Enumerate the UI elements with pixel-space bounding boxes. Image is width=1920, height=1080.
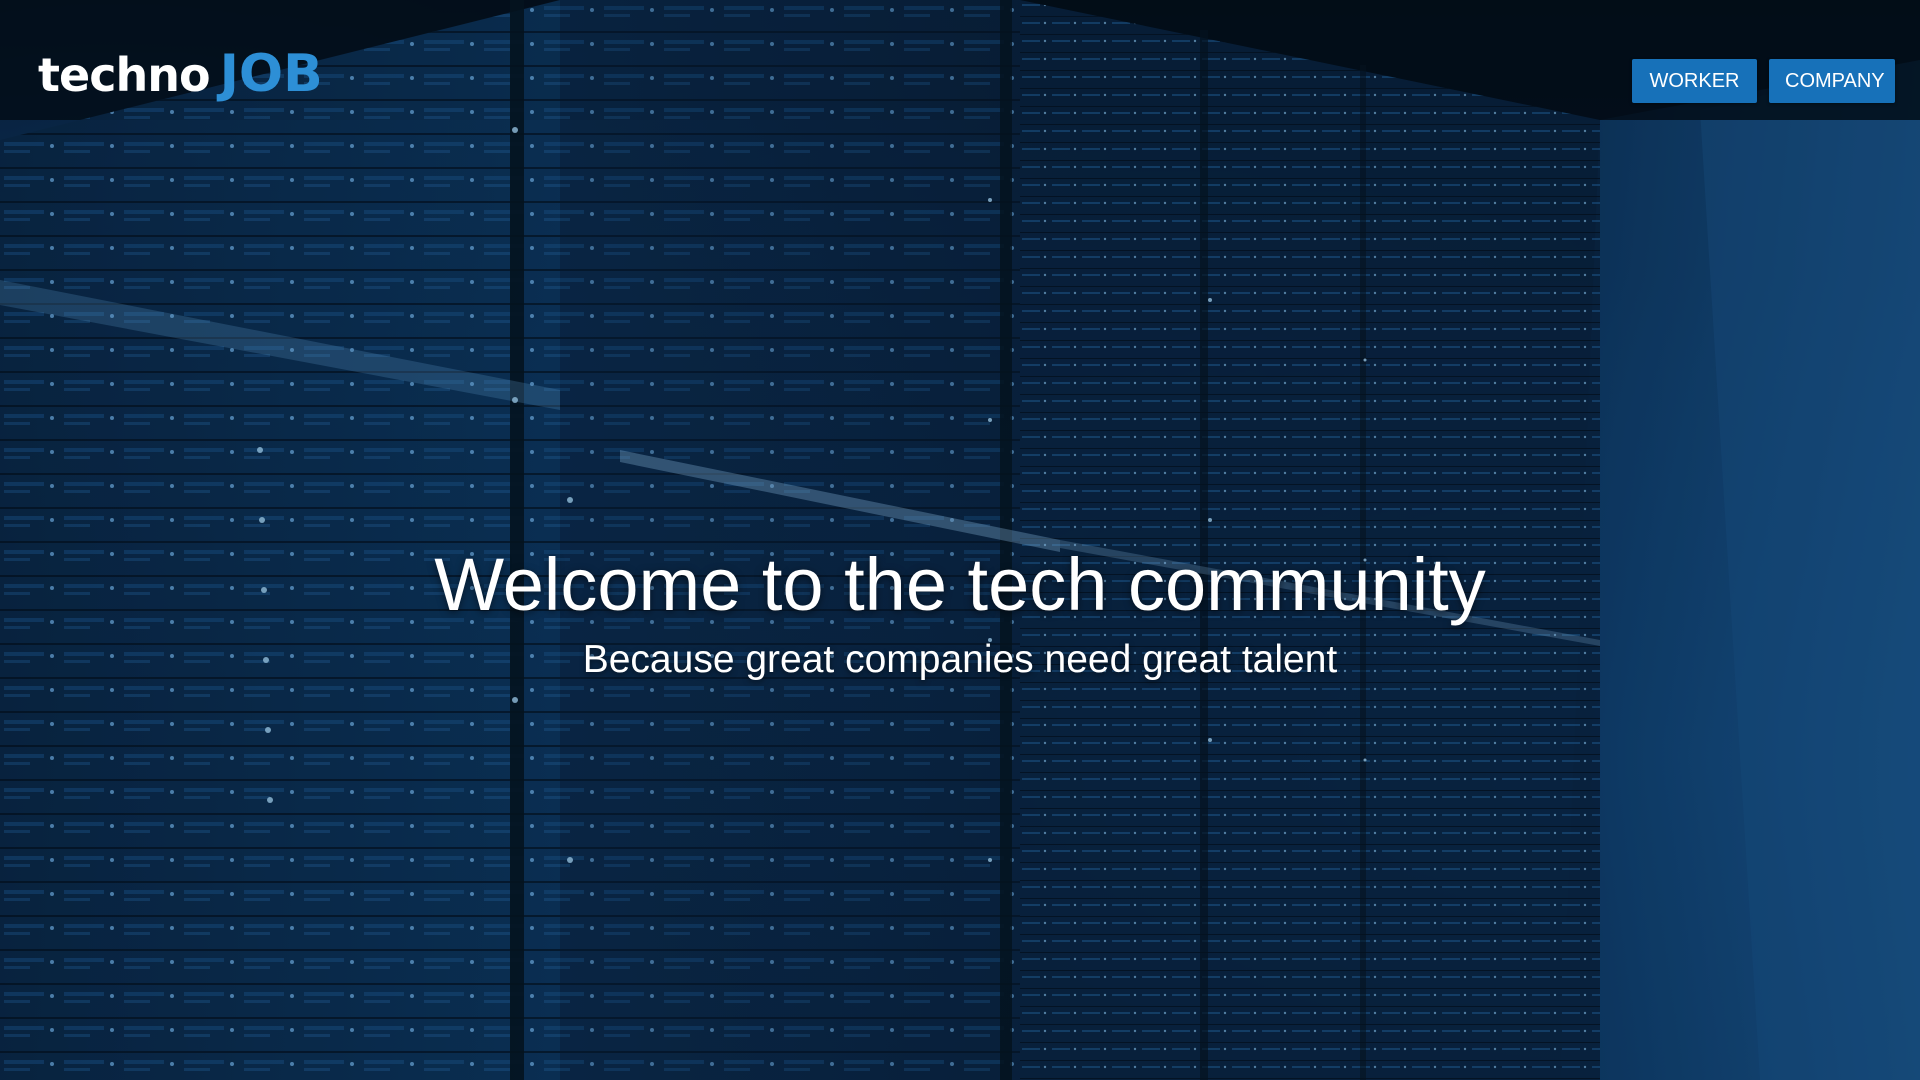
hero-subtitle: Because great companies need great talen…: [582, 638, 1338, 681]
top-navbar: techno JOB WORKER COMPANY: [0, 0, 1920, 160]
company-button[interactable]: COMPANY: [1769, 59, 1895, 103]
nav-button-group: WORKER COMPANY: [1632, 59, 1895, 103]
landing-page: techno JOB WORKER COMPANY Welcome to the…: [0, 0, 1920, 1080]
logo-text-techno: techno: [38, 48, 211, 102]
logo-text-job: JOB: [219, 44, 323, 104]
hero-title: Welcome to the tech community: [434, 543, 1486, 626]
technojob-logo[interactable]: techno JOB: [38, 44, 323, 104]
hero-section: Welcome to the tech community Because gr…: [0, 540, 1920, 684]
worker-button[interactable]: WORKER: [1632, 59, 1757, 103]
